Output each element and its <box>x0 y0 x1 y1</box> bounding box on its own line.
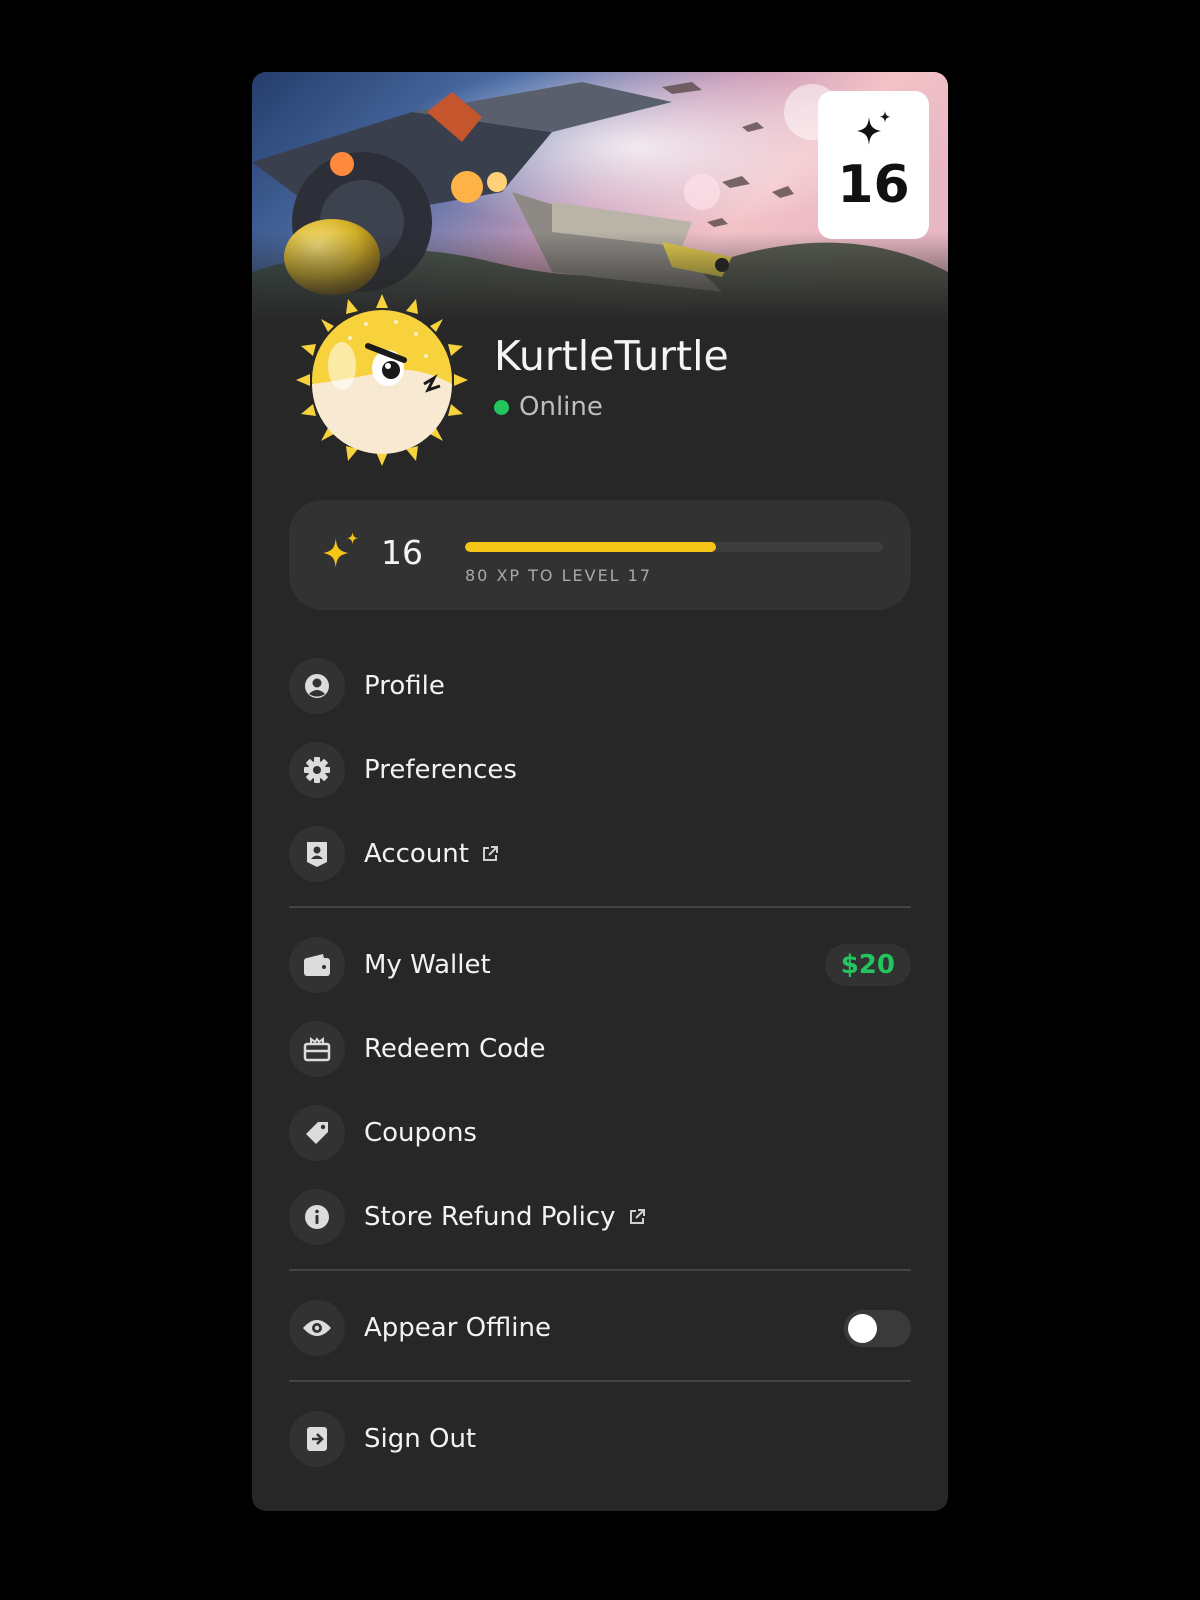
xp-progress-fill <box>465 542 716 552</box>
menu-label-account: Account <box>364 839 469 869</box>
xp-card: 16 80 XP TO LEVEL 17 <box>289 500 911 610</box>
gear-icon <box>289 742 345 798</box>
menu-divider <box>289 906 911 908</box>
status-text: Online <box>519 392 603 422</box>
menu-divider <box>289 1269 911 1271</box>
menu-item-store-refund-policy[interactable]: Store Refund Policy <box>289 1188 911 1246</box>
menu-label-store-refund-policy: Store Refund Policy <box>364 1202 616 1232</box>
menu-item-appear-offline[interactable]: Appear Offline <box>289 1299 911 1357</box>
sparkle-icon <box>323 532 359 568</box>
menu-item-wallet[interactable]: My Wallet $20 <box>289 936 911 994</box>
menu-divider <box>289 1380 911 1382</box>
menu-item-account[interactable]: Account <box>289 825 911 883</box>
menu-label-appear-offline: Appear Offline <box>364 1313 551 1343</box>
gift-card-icon <box>289 1021 345 1077</box>
status-dot <box>494 399 509 415</box>
menu-item-sign-out[interactable]: Sign Out <box>289 1410 911 1468</box>
menu-label-wallet: My Wallet <box>364 950 491 980</box>
username: KurtleTurtle <box>494 332 729 380</box>
menu-label-preferences: Preferences <box>364 755 517 785</box>
menu-item-profile[interactable]: Profile <box>289 657 911 715</box>
eye-icon <box>289 1300 345 1356</box>
xp-caption: 80 XP TO LEVEL 17 <box>465 566 653 585</box>
avatar[interactable] <box>296 294 468 466</box>
menu-label-sign-out: Sign Out <box>364 1424 477 1454</box>
tag-icon <box>289 1105 345 1161</box>
menu-label-coupons: Coupons <box>364 1118 477 1148</box>
id-badge-icon <box>289 826 345 882</box>
wallet-icon <box>289 937 345 993</box>
menu-item-coupons[interactable]: Coupons <box>289 1104 911 1162</box>
menu-label-redeem-code: Redeem Code <box>364 1034 546 1064</box>
account-menu-panel: 16 KurtleTurtle Online 16 80 XP TO LEVEL… <box>252 72 948 1511</box>
appear-offline-toggle[interactable] <box>844 1309 911 1347</box>
level-badge-number: 16 <box>837 155 910 215</box>
sign-out-icon <box>289 1411 345 1467</box>
menu-label-profile: Profile <box>364 671 445 701</box>
info-icon <box>289 1189 345 1245</box>
xp-progress-bar <box>465 542 883 552</box>
external-link-icon <box>628 1208 646 1226</box>
xp-level: 16 <box>381 533 423 572</box>
menu-item-preferences[interactable]: Preferences <box>289 741 911 799</box>
level-badge: 16 <box>818 91 929 239</box>
toggle-knob <box>848 1313 877 1343</box>
wallet-balance: $20 <box>824 944 911 986</box>
external-link-icon <box>481 845 499 863</box>
sparkle-icon <box>857 111 891 145</box>
user-circle-icon <box>289 658 345 714</box>
menu-item-redeem-code[interactable]: Redeem Code <box>289 1020 911 1078</box>
online-status: Online <box>494 392 603 422</box>
